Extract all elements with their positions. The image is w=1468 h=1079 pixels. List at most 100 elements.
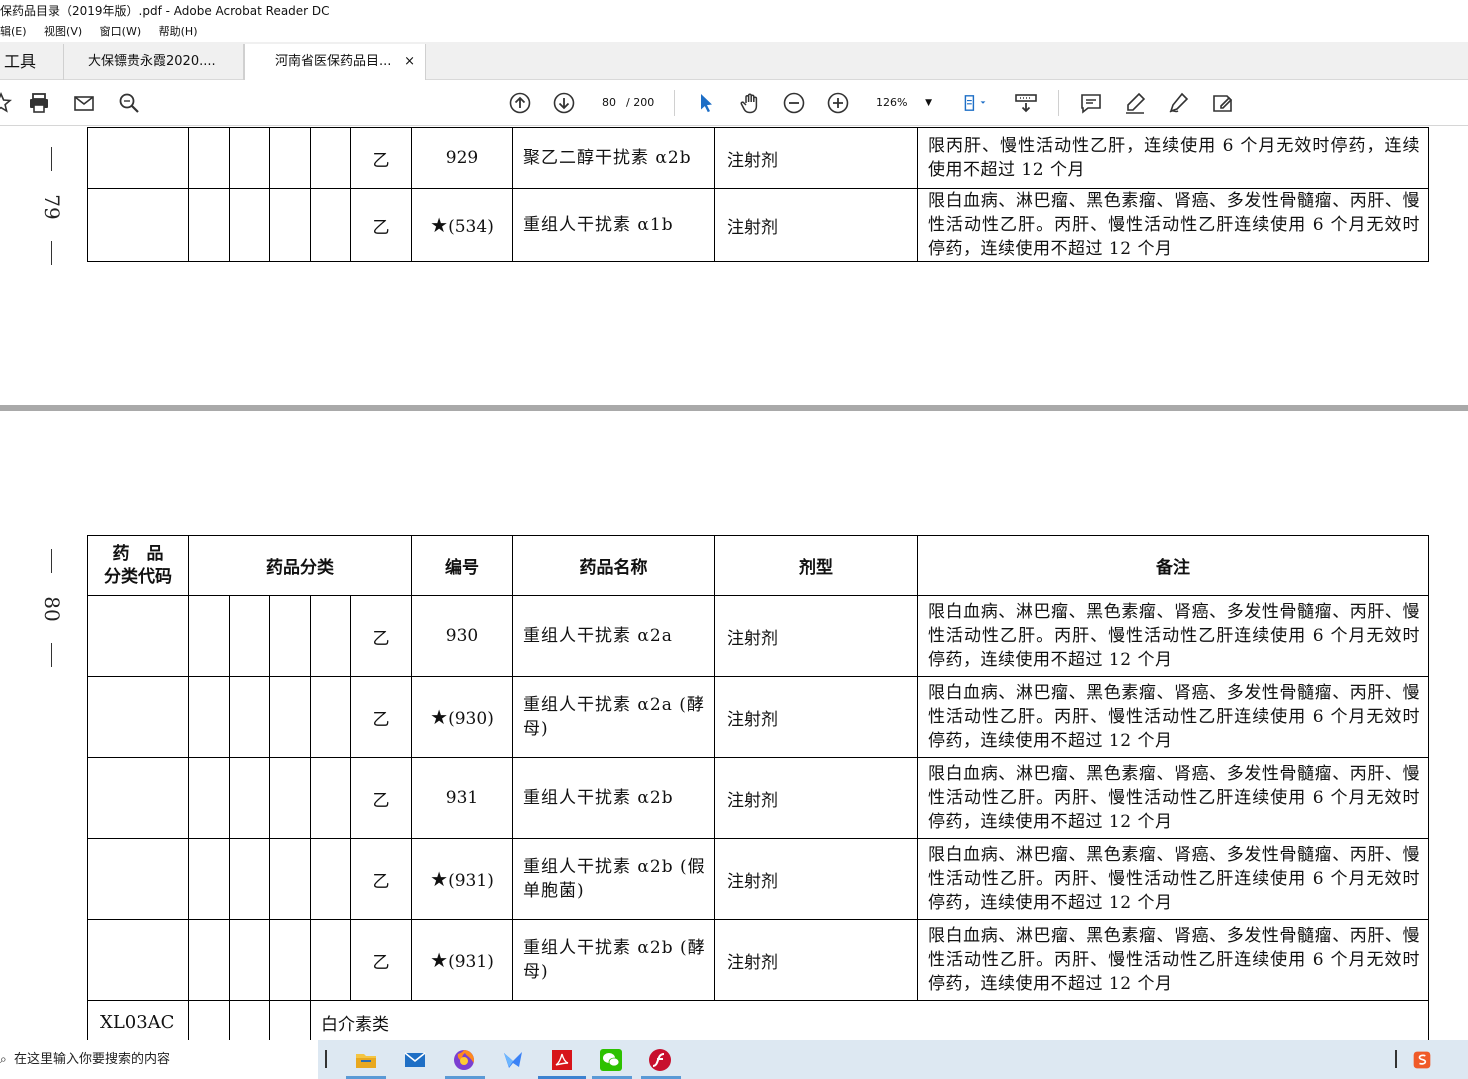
- table-cell: [310, 838, 351, 920]
- number-text: (931): [448, 952, 494, 972]
- dosage-form-cell: 注射剂: [714, 127, 918, 189]
- flash-player-icon[interactable]: [646, 1046, 674, 1074]
- search-placeholder: 在这里输入你要搜索的内容: [14, 1052, 171, 1067]
- table-cell: [188, 757, 230, 839]
- comment-icon[interactable]: [1078, 90, 1104, 116]
- email-icon[interactable]: [71, 90, 97, 116]
- drug-name-cell: 重组人干扰素 α2a (酵母): [512, 676, 715, 758]
- scrolling-mode-icon[interactable]: [1012, 90, 1040, 116]
- table-cell: [188, 838, 230, 920]
- table-row: 乙 929 聚乙二醇干扰素 α2b 注射剂 限丙肝、慢性活动性乙肝，连续使用 6…: [87, 127, 1429, 189]
- page-number-rule: [51, 241, 52, 265]
- menu-view[interactable]: 视图(V): [44, 25, 82, 38]
- table-cell: [188, 1000, 230, 1040]
- page-number-79: 79: [40, 194, 64, 220]
- bookmark-star-icon[interactable]: [0, 90, 14, 116]
- table-cell: [188, 127, 230, 189]
- drug-name-cell: 重组人干扰素 α1b: [512, 188, 715, 262]
- task-view-icon[interactable]: [325, 1050, 327, 1068]
- star-icon: ★: [430, 867, 449, 891]
- taskbar-search-box[interactable]: ⌕ 在这里输入你要搜索的内容: [0, 1040, 318, 1079]
- select-cursor-icon[interactable]: [693, 90, 719, 116]
- menu-edit[interactable]: 辑(E): [0, 25, 27, 38]
- number-cell: ★(930): [411, 676, 513, 758]
- menu-window[interactable]: 窗口(W): [100, 25, 141, 38]
- remark-cell: 限白血病、淋巴瘤、黑色素瘤、肾癌、多发性骨髓瘤、丙肝、慢性活动性乙肝。丙肝、慢性…: [917, 676, 1429, 758]
- table-cell: [269, 188, 311, 262]
- fill-and-sign-icon[interactable]: [1210, 90, 1236, 116]
- star-icon: ★: [430, 705, 449, 729]
- tab-document-1-label: 大保镖贵永霞2020....: [88, 54, 216, 69]
- tab-document-1[interactable]: 大保镖贵永霞2020....: [64, 44, 244, 80]
- table-cell: [269, 919, 311, 1001]
- table-cell: [188, 188, 230, 262]
- drug-name-cell: 重组人干扰素 α2a: [512, 595, 715, 677]
- remark-cell: 限白血病、淋巴瘤、黑色素瘤、肾癌、多发性骨髓瘤、丙肝、慢性活动性乙肝。丙肝、慢性…: [917, 188, 1429, 262]
- print-icon[interactable]: [26, 90, 52, 116]
- table-row: 乙 931 重组人干扰素 α2b 注射剂 限白血病、淋巴瘤、黑色素瘤、肾癌、多发…: [87, 757, 1429, 839]
- close-tab-icon[interactable]: ×: [404, 44, 415, 80]
- adobe-acrobat-icon[interactable]: [548, 1046, 576, 1074]
- dosage-form-cell: 注射剂: [714, 595, 918, 677]
- category-cell: 乙: [350, 595, 412, 677]
- category-cell: 乙: [350, 188, 412, 262]
- page-number-80: 80: [40, 596, 64, 622]
- menu-help[interactable]: 帮助(H): [159, 25, 198, 38]
- table-cell: [188, 919, 230, 1001]
- tab-tools[interactable]: 工具: [0, 44, 64, 80]
- number-text: (931): [448, 871, 494, 891]
- search-zoom-icon[interactable]: [116, 90, 142, 116]
- table-cell: [87, 676, 189, 758]
- zoom-in-icon[interactable]: [825, 90, 851, 116]
- window-title-bar: 保药品目录（2019年版）.pdf - Adobe Acrobat Reader…: [0, 0, 1468, 22]
- table-cell: [87, 757, 189, 839]
- group-code-cell: XL03AC: [87, 1000, 189, 1040]
- table-cell: [269, 595, 311, 677]
- number-text: (534): [448, 217, 494, 237]
- header-dosage-form: 剂型: [714, 535, 918, 596]
- number-cell: 931: [411, 757, 513, 839]
- feishu-app-icon[interactable]: [499, 1046, 527, 1074]
- next-page-icon[interactable]: [551, 90, 577, 116]
- table-cell: [229, 1000, 270, 1040]
- table-row: 乙 ★(931) 重组人干扰素 α2b (假单胞菌) 注射剂 限白血病、淋巴瘤、…: [87, 838, 1429, 920]
- table-cell: [229, 838, 270, 920]
- sogou-input-icon[interactable]: [1408, 1046, 1436, 1074]
- category-cell: 乙: [350, 676, 412, 758]
- drug-table-page-80: 药 品 分类代码 药品分类 编号 药品名称 剂型 备注 乙 930 重组人干扰素…: [87, 535, 1429, 1040]
- header-category-code: 药 品 分类代码: [87, 535, 189, 596]
- wechat-icon[interactable]: [597, 1046, 625, 1074]
- highlight-pen-icon[interactable]: [1122, 90, 1148, 116]
- table-cell: [87, 838, 189, 920]
- table-cell: [310, 757, 351, 839]
- zoom-level-select[interactable]: 126% ▼: [870, 92, 940, 114]
- header-number: 编号: [411, 535, 513, 596]
- main-toolbar: 80 / 200 126% ▼: [0, 80, 1468, 126]
- group-name-cell: 白介素类: [310, 1000, 1429, 1040]
- number-cell: 930: [411, 595, 513, 677]
- table-row: 乙 ★(534) 重组人干扰素 α1b 注射剂 限白血病、淋巴瘤、黑色素瘤、肾癌…: [87, 188, 1429, 262]
- page-number-input[interactable]: 80: [596, 92, 622, 114]
- sign-icon[interactable]: [1166, 90, 1192, 116]
- drug-name-cell: 重组人干扰素 α2b (假单胞菌): [512, 838, 715, 920]
- page-count: / 200: [626, 96, 655, 109]
- table-cell: [310, 127, 351, 189]
- fit-page-icon[interactable]: [958, 90, 992, 116]
- table-cell: [310, 188, 351, 262]
- previous-page-icon[interactable]: [507, 90, 533, 116]
- menu-bar: 辑(E) 视图(V) 窗口(W) 帮助(H): [0, 22, 1468, 42]
- table-group-row: XL03AC 白介素类: [87, 1000, 1429, 1040]
- hand-tool-icon[interactable]: [737, 90, 763, 116]
- number-cell: 929: [411, 127, 513, 189]
- mail-app-icon[interactable]: [401, 1046, 429, 1074]
- table-cell: [269, 838, 311, 920]
- document-view[interactable]: 79 乙 929 聚乙二醇干扰素 α2b 注射剂 限丙肝、慢性活动性乙肝，连续使…: [0, 127, 1468, 1040]
- table-cell: [310, 919, 351, 1001]
- file-explorer-icon[interactable]: [352, 1046, 380, 1074]
- tab-document-2-active[interactable]: 河南省医保药品目... ×: [244, 44, 426, 80]
- firefox-icon[interactable]: [450, 1046, 478, 1074]
- zoom-out-icon[interactable]: [781, 90, 807, 116]
- table-cell: [229, 127, 270, 189]
- drug-name-cell: 重组人干扰素 α2b: [512, 757, 715, 839]
- drug-name-cell: 重组人干扰素 α2b (酵母): [512, 919, 715, 1001]
